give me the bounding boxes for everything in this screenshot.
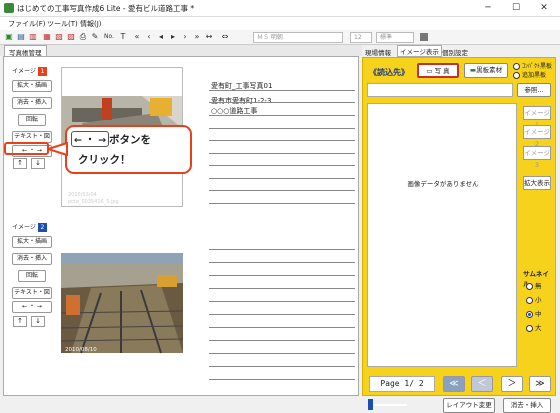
zoom-slider[interactable] <box>371 404 407 406</box>
print-preview-icon[interactable]: ▦ <box>42 32 52 42</box>
path-field[interactable] <box>367 83 513 97</box>
tab-bar: 写真帳管理 <box>0 45 362 57</box>
photo-1-date: 2010/03/04 <box>68 192 97 198</box>
delete-insert-button-2[interactable]: 消去・挿入 <box>12 253 52 265</box>
tab-site-info[interactable]: 現場情報 <box>365 47 391 57</box>
menu-info[interactable]: 情報(J) <box>80 19 102 29</box>
menu-tool[interactable]: ツール(T) <box>47 19 78 29</box>
window-title: はじめての工事写真作成6 Lite - 愛有ビル道路工事 * <box>17 4 195 13</box>
close-button[interactable]: ✕ <box>530 0 558 17</box>
title-icon[interactable]: T <box>118 32 128 42</box>
color-swatch[interactable] <box>420 33 428 41</box>
image1-label: イメージ 1 <box>12 66 52 78</box>
callout-suffix: ボタンを <box>109 134 152 146</box>
first-page-button[interactable]: ≪ <box>443 376 465 392</box>
photo-ledger-page: イメージ 1 拡大・描画 消去・挿入 回転 テキスト・図 ← ・ → ↑ ↓ 20… <box>3 56 359 396</box>
zoom-draw-button[interactable]: 拡大・描画 <box>12 80 52 92</box>
swap-button-highlight <box>4 142 49 155</box>
image-display-panel: 《読込先》 ▭ 写 真 ▬黒板素材 ｺﾝﾊﾟｸﾄ黒板 追加黒板 参照... 画像… <box>362 57 556 413</box>
print-all-icon[interactable]: ▨ <box>66 32 76 42</box>
blackboard-source-button[interactable]: ▬黒板素材 <box>464 63 508 78</box>
title-bar: はじめての工事写真作成6 Lite - 愛有ビル道路工事 * ─ ☐ ✕ <box>0 0 560 17</box>
compact-blackboard-option[interactable]: ｺﾝﾊﾟｸﾄ黒板 <box>513 61 552 70</box>
layout-change-button[interactable]: レイアウト変更 <box>443 398 495 413</box>
photo-1-filename: pcta_0035416_S.jpg <box>68 199 119 205</box>
instruction-callout: ← ・ → ボタンを クリック！ <box>65 125 192 174</box>
thumb-medium-radio[interactable]: 中 <box>526 308 542 318</box>
prev-page-icon[interactable]: ‹ <box>144 32 154 42</box>
app-icon <box>4 3 14 13</box>
rotate-button-2[interactable]: 回転 <box>18 270 46 282</box>
open-icon[interactable]: ▣ <box>4 32 14 42</box>
next-page-icon[interactable]: › <box>180 32 190 42</box>
right-tab-bar: 現場情報 イメージ表示 個別設定 <box>362 45 560 57</box>
photo-source-button[interactable]: ▭ 写 真 <box>417 63 459 78</box>
move-up-button-2[interactable]: ↑ <box>13 316 27 327</box>
zoom-draw-button-2[interactable]: 拡大・描画 <box>12 236 52 248</box>
prev-icon[interactable]: ◂ <box>156 32 166 42</box>
font-size-select[interactable]: 12 <box>350 32 372 43</box>
additional-blackboard-option[interactable]: 追加黒板 <box>513 70 546 79</box>
callout-line-2: クリック！ <box>78 154 131 166</box>
page-indicator: Page 1/ 2 <box>369 376 435 392</box>
fit-width-icon[interactable]: ↔ <box>204 32 214 42</box>
font-style-select[interactable]: 標準 <box>376 32 414 43</box>
callout-buttons: ← ・ → <box>71 131 110 147</box>
image-preview: 画像データがありません <box>367 103 517 367</box>
text-shape-button-2[interactable]: テキスト・図 <box>12 287 52 299</box>
printer-icon[interactable]: ⎙ <box>78 32 88 42</box>
maximize-button[interactable]: ☐ <box>502 0 530 17</box>
delete-insert-button[interactable]: 消去・挿入 <box>12 97 52 109</box>
rotate-button[interactable]: 回転 <box>18 114 46 126</box>
image2-label: イメージ 2 <box>12 222 52 234</box>
prev-page-button[interactable]: ＜ <box>471 376 493 392</box>
photo-2-image: 2010/08/10 <box>61 253 183 383</box>
delete-insert-bottom-button[interactable]: 消去・挿入 <box>503 398 551 413</box>
image1-button[interactable]: イメージ1 <box>523 106 551 129</box>
settings-icon[interactable]: ✎ <box>90 32 100 42</box>
tab-individual-settings[interactable]: 個別設定 <box>442 47 468 57</box>
thumb-small-radio[interactable]: 小 <box>526 294 542 304</box>
tab-image-display[interactable]: イメージ表示 <box>397 45 442 57</box>
image3-button[interactable]: イメージ3 <box>523 146 551 169</box>
photo-2-date: 2010/08/10 <box>65 347 97 353</box>
next-page-button[interactable]: ＞ <box>501 376 523 392</box>
move-up-button[interactable]: ↑ <box>13 158 27 169</box>
no-image-message: 画像データがありません <box>407 180 479 188</box>
zoom-slider-thumb[interactable] <box>368 399 373 410</box>
load-from-label: 《読込先》 <box>369 68 409 77</box>
first-page-icon[interactable]: « <box>132 32 142 42</box>
menu-bar: ファイル(F) ツール(T) 情報(J) <box>0 17 560 30</box>
tab-photo-ledger[interactable]: 写真帳管理 <box>4 45 47 57</box>
zoom-display-button[interactable]: 拡大表示 <box>523 176 551 190</box>
swap-button-2[interactable]: ← ・ → <box>12 301 52 313</box>
reference-button[interactable]: 参照... <box>517 83 551 97</box>
move-down-button[interactable]: ↓ <box>31 158 45 169</box>
print-icon[interactable]: ▧ <box>54 32 64 42</box>
callout-pointer <box>48 142 68 156</box>
minimize-button[interactable]: ─ <box>474 0 502 17</box>
thumb-large-radio[interactable]: 大 <box>526 322 542 332</box>
entry-1-line-2[interactable]: 愛有市愛有町1-2-3 <box>211 96 271 106</box>
menu-file[interactable]: ファイル(F) <box>8 19 46 29</box>
save-icon[interactable]: ▤ <box>16 32 26 42</box>
last-page-icon[interactable]: » <box>192 32 202 42</box>
next-icon[interactable]: ▸ <box>168 32 178 42</box>
toolbar: ▣ ▤ ▥ ▦ ▧ ▨ ⎙ ✎ No. T « ‹ ◂ ▸ › » ↔ ⇔ ＭＳ… <box>0 30 560 45</box>
thumb-none-radio[interactable]: 無 <box>526 280 542 290</box>
image2-button[interactable]: イメージ2 <box>523 125 551 148</box>
last-page-button[interactable]: ≫ <box>529 376 551 392</box>
font-name-select[interactable]: ＭＳ 明朝 <box>253 32 343 43</box>
number-icon[interactable]: No. <box>102 32 116 42</box>
photo-2[interactable]: 2010/08/10 <box>61 253 183 383</box>
swap-icon[interactable]: ⇔ <box>220 32 230 42</box>
export-icon[interactable]: ▥ <box>28 32 38 42</box>
photo-icon: ▭ <box>426 67 433 75</box>
move-down-button-2[interactable]: ↓ <box>31 316 45 327</box>
